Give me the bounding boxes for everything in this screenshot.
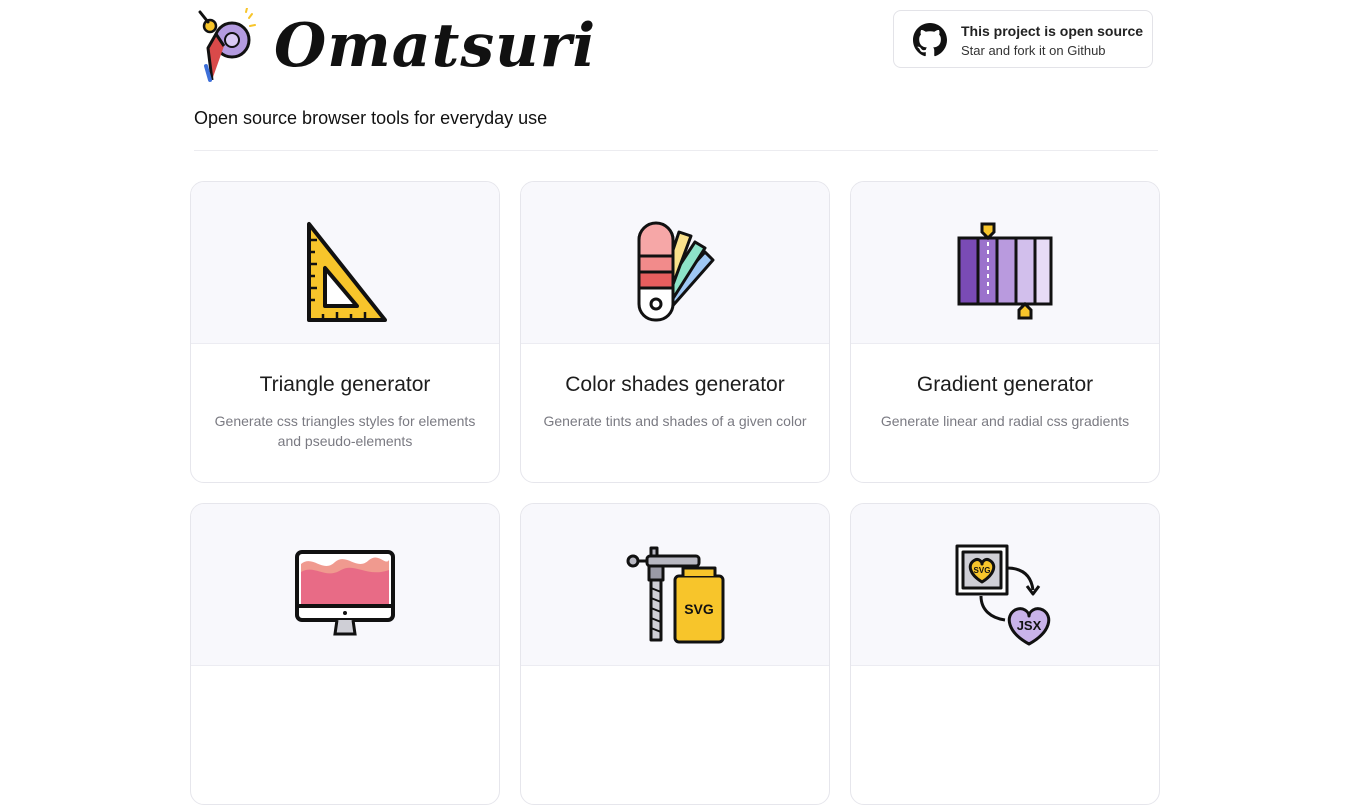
gradient-bar-icon (957, 222, 1053, 320)
github-link-card[interactable]: This project is open source Star and for… (893, 10, 1153, 68)
card-illustration: SVG JSX (851, 504, 1159, 666)
card-illustration (851, 182, 1159, 344)
tagline: Open source browser tools for everyday u… (194, 108, 548, 128)
triangle-ruler-icon (307, 222, 387, 322)
github-icon (913, 23, 947, 57)
svg-to-jsx-icon: SVG JSX (955, 544, 1051, 646)
card-title: Gradient generator (916, 373, 1094, 396)
card-description: Generate css triangles styles for elemen… (214, 413, 476, 449)
card-description: Generate tints and shades of a given col… (543, 413, 807, 429)
card-title: Triangle generator (259, 373, 431, 396)
header-divider (194, 150, 1158, 151)
tool-card-waves[interactable] (190, 503, 500, 805)
tool-card-svg-compressor[interactable]: SVG (520, 503, 830, 805)
brand-name: Omatsuri (274, 11, 597, 81)
svg-text:SVG: SVG (974, 566, 991, 575)
page-container: Omatsuri Open source browser tools for e… (190, 0, 1160, 805)
monitor-waves-icon (295, 550, 395, 636)
card-title: Color shades generator (565, 373, 785, 396)
tool-card-color-shades-generator[interactable]: Color shades generator Generate tints an… (520, 181, 830, 483)
github-title: This project is open source (961, 23, 1144, 39)
svg-text:SVG: SVG (684, 601, 714, 617)
site-logo[interactable]: Omatsuri (194, 8, 595, 84)
festival-mascot-icon (198, 8, 256, 82)
card-illustration (191, 504, 499, 666)
card-description: Generate linear and radial css gradients (880, 413, 1130, 429)
github-subtitle: Star and fork it on Github (961, 43, 1106, 58)
svg-clamp-icon: SVG (626, 546, 725, 644)
color-swatch-fan-icon (637, 221, 715, 322)
card-illustration (191, 182, 499, 344)
tool-card-svg-to-jsx[interactable]: SVG JSX (850, 503, 1160, 805)
card-illustration: SVG (521, 504, 829, 666)
card-illustration (521, 182, 829, 344)
tool-card-gradient-generator[interactable]: Gradient generator Generate linear and r… (850, 181, 1160, 483)
tool-card-triangle-generator[interactable]: Triangle generator Generate css triangle… (190, 181, 500, 483)
